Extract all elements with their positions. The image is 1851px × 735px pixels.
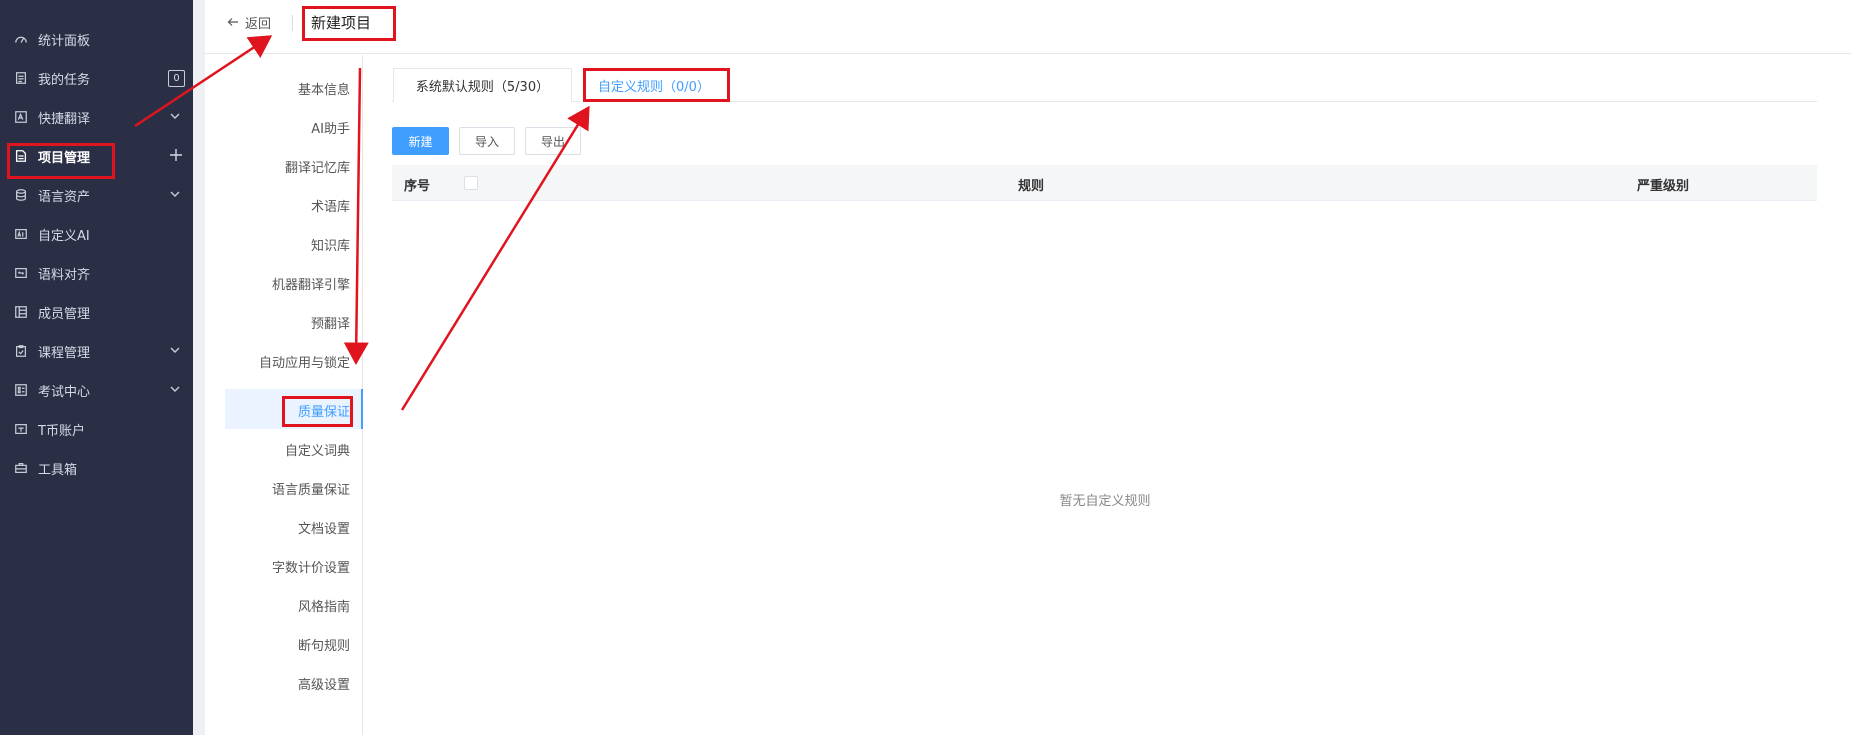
arrow-to-custom-rules-tab	[400, 105, 590, 411]
translate-icon	[14, 110, 28, 124]
exam-icon	[14, 383, 28, 397]
dashboard-icon	[14, 32, 28, 46]
members-icon	[14, 305, 28, 319]
sidebar-item-label: 语料对齐	[38, 267, 91, 283]
subnav-item-document-settings[interactable]: 文档设置	[298, 518, 350, 537]
column-header-index: 序号	[404, 179, 431, 194]
export-button[interactable]: 导出	[525, 127, 581, 155]
sidebar-item-course-management[interactable]: 课程管理	[0, 334, 193, 368]
new-rule-button[interactable]: 新建	[392, 127, 449, 155]
task-count-badge: 0	[168, 70, 185, 87]
sidebar-item-project-management[interactable]: 项目管理	[0, 139, 193, 173]
sidebar-item-language-assets[interactable]: 语言资产	[0, 178, 193, 212]
add-project-icon[interactable]	[168, 147, 184, 163]
column-header-severity: 严重级别	[1637, 179, 1690, 194]
sidebar-item-custom-ai[interactable]: 自定义AI	[0, 217, 193, 251]
subnav-item-quality-assurance[interactable]: 质量保证	[298, 401, 350, 420]
subnav-item-translation-memory[interactable]: 翻译记忆库	[285, 157, 350, 176]
sidebar-item-dashboard[interactable]: 统计面板	[0, 22, 193, 56]
header-divider	[292, 15, 293, 31]
project-icon	[14, 149, 28, 163]
wallet-icon	[14, 422, 28, 436]
subnav-item-segmentation-rules[interactable]: 断句规则	[298, 635, 350, 654]
column-header-rule: 规则	[1018, 179, 1045, 194]
sidebar-item-quick-translate[interactable]: 快捷翻译	[0, 100, 193, 134]
sidebar-item-label: 成员管理	[38, 306, 91, 322]
subnav-item-basic-info[interactable]: 基本信息	[298, 79, 350, 98]
sidebar-item-t-coin-account[interactable]: T币账户	[0, 412, 193, 446]
sidebar-item-label: 快捷翻译	[38, 111, 91, 127]
subnav-item-knowledge-base[interactable]: 知识库	[311, 235, 350, 254]
arrow-left-icon	[227, 18, 238, 26]
course-icon	[14, 344, 28, 358]
back-label: 返回	[245, 16, 272, 32]
import-button[interactable]: 导入	[459, 127, 515, 155]
tab-system-default-rules[interactable]: 系统默认规则（5/30）	[393, 68, 572, 102]
sidebar-item-label: 统计面板	[38, 33, 91, 49]
toolbox-icon	[14, 461, 28, 475]
sidebar-item-label: 工具箱	[38, 462, 78, 478]
sidebar-item-label: 课程管理	[38, 345, 91, 361]
subnav-item-auto-apply-lock[interactable]: 自动应用与锁定	[259, 352, 350, 371]
project-settings-nav: 基本信息 AI助手 翻译记忆库 术语库 知识库 机器翻译引擎 预翻译 自动应用与…	[205, 55, 363, 735]
subnav-item-mt-engine[interactable]: 机器翻译引擎	[272, 274, 350, 293]
ai-icon	[14, 227, 28, 241]
subnav-item-custom-dictionary[interactable]: 自定义词典	[285, 440, 350, 459]
sidebar-item-label: 考试中心	[38, 384, 91, 400]
chevron-down-icon[interactable]	[169, 188, 181, 200]
select-all-checkbox[interactable]	[464, 176, 478, 190]
task-icon	[14, 71, 28, 85]
subnav-item-advanced-settings[interactable]: 高级设置	[298, 674, 350, 693]
sidebar-item-corpus-alignment[interactable]: 语料对齐	[0, 256, 193, 290]
subnav-item-style-guide[interactable]: 风格指南	[298, 596, 350, 615]
sidebar-item-my-tasks[interactable]: 我的任务 0	[0, 61, 193, 95]
back-button[interactable]: 返回	[227, 12, 271, 32]
sidebar-item-label: 自定义AI	[38, 228, 90, 244]
sidebar-item-label: 项目管理	[38, 150, 91, 166]
rules-table-header: 序号 规则 严重级别	[392, 165, 1817, 201]
chevron-down-icon[interactable]	[169, 110, 181, 122]
subnav-item-word-count-pricing[interactable]: 字数计价设置	[272, 557, 350, 576]
sidebar-item-exam-center[interactable]: 考试中心	[0, 373, 193, 407]
sidebar-item-label: T币账户	[38, 423, 85, 439]
sidebar-item-label: 语言资产	[38, 189, 91, 205]
database-icon	[14, 188, 28, 202]
sidebar-item-members[interactable]: 成员管理	[0, 295, 193, 329]
tab-custom-rules[interactable]: 自定义规则（0/0）	[580, 68, 728, 102]
page-header: 返回 新建项目	[205, 0, 1851, 54]
page-title: 新建项目	[311, 14, 372, 32]
subnav-item-ai-assistant[interactable]: AI助手	[311, 118, 350, 137]
align-icon	[14, 266, 28, 280]
subnav-item-pre-translate[interactable]: 预翻译	[311, 313, 350, 332]
layout-gutter	[193, 0, 205, 735]
main-sidebar: 统计面板 我的任务 0 快捷翻译 项目管理 语言资产 自定义AI 语料对齐 成员…	[0, 0, 193, 735]
sidebar-item-label: 我的任务	[38, 72, 91, 88]
subnav-item-termbase[interactable]: 术语库	[311, 196, 350, 215]
sidebar-item-toolbox[interactable]: 工具箱	[0, 451, 193, 485]
subnav-item-lqa[interactable]: 语言质量保证	[272, 479, 350, 498]
chevron-down-icon[interactable]	[169, 344, 181, 356]
chevron-down-icon[interactable]	[169, 383, 181, 395]
empty-state-text: 暂无自定义规则	[1059, 494, 1151, 509]
